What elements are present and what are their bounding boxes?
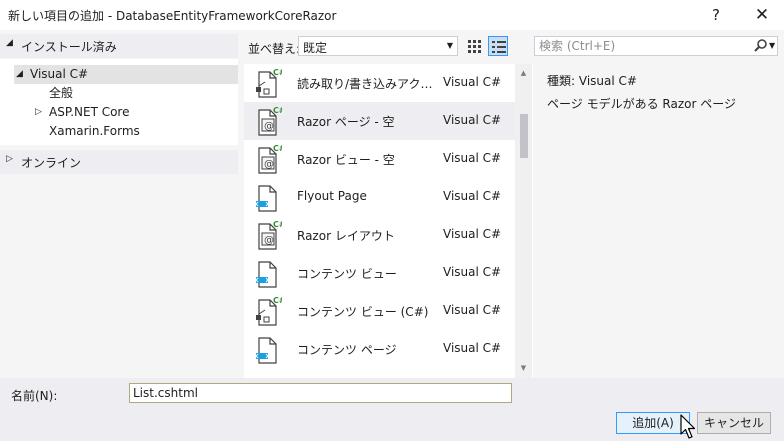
sort-value: 既定 [303,41,328,55]
template-language: Visual C# [443,75,502,89]
template-item[interactable]: Flyout Page Visual C# [244,178,515,216]
scroll-up-icon[interactable]: ▲ [515,66,532,81]
search-input[interactable] [535,37,745,55]
scrollbar-thumb[interactable] [520,114,528,158]
chevron-down-icon[interactable]: ▼ [769,41,775,50]
tree-item-general[interactable]: 全般 [49,84,73,103]
title-bar: 新しい項目の追加 - DatabaseEntityFrameworkCoreRa… [0,0,784,30]
grid-view-button[interactable] [464,36,484,56]
template-list-scrollbar[interactable]: ▲ ▼ [515,64,532,378]
search-box: ▼ [534,36,778,56]
template-name: コンテンツ ページ [297,343,397,357]
template-name: Razor ページ - 空 [297,115,395,129]
template-name: Razor レイアウト [297,229,395,243]
list-view-button[interactable] [488,36,508,56]
close-button[interactable]: ✕ [747,4,777,26]
csharp-flow-icon: C# [256,295,286,327]
template-name: コンテンツ ビュー (C#) [297,305,429,319]
collapsed-arrow-icon: ▷ [35,107,42,117]
template-language: Visual C# [443,151,502,165]
svg-text:C#: C# [273,220,282,229]
name-label: 名前(N): [11,389,58,403]
detail-type-value: Visual C# [578,74,637,88]
tree-item-label: 全般 [49,86,74,100]
template-name: Flyout Page [297,189,367,203]
template-language: Visual C# [443,265,502,279]
template-language: Visual C# [443,189,502,203]
mouse-cursor-icon [680,414,696,439]
tree-item-aspnet-core[interactable]: ▷ ASP.NET Core [35,103,215,122]
detail-description: ページ モデルがある Razor ページ [547,97,736,111]
scroll-down-icon[interactable]: ▼ [515,361,532,376]
tree-header-online[interactable]: ▷ オンライン [0,150,238,174]
expanded-arrow-icon: ◢ [16,69,23,79]
template-list: C#読み取り/書き込みアクション...Visual C#C#@Razor ページ… [244,64,533,378]
template-item[interactable]: C# コンテンツ ビュー (C#) Visual C# [244,292,515,330]
chevron-down-icon: ▼ [446,41,453,50]
window-title: 新しい項目の追加 - DatabaseEntityFrameworkCoreRa… [8,9,337,23]
template-language: Visual C# [443,303,502,317]
template-item[interactable]: C# @ Razor ページ - 空 Visual C# [244,102,515,140]
list-icon [492,41,506,53]
template-item[interactable]: C# 読み取り/書き込みアクション...Visual C# [244,64,515,102]
csharp-flow-icon: C# [256,67,286,99]
tree-header-installed[interactable]: ◢ インストール済み [0,34,238,58]
svg-text:C#: C# [273,68,282,77]
collapsed-arrow-icon: ▷ [6,154,13,164]
svg-text:@: @ [264,159,274,170]
expanded-arrow-icon: ◢ [6,38,13,48]
tree-item-label: Visual C# [30,67,89,81]
xaml-page-icon [255,333,282,365]
dialog-content: ◢ インストール済み ◢ Visual C# 全般 ▷ ASP.NET Core… [0,30,784,378]
template-language: Visual C# [443,227,502,241]
category-tree: ◢ Visual C# 全般 ▷ ASP.NET Core Xamarin.Fo… [0,59,238,145]
template-name: コンテンツ ビュー [297,267,397,281]
tree-item-visual-csharp[interactable]: ◢ Visual C# [14,65,238,84]
cancel-button[interactable]: キャンセル [697,412,771,434]
help-button[interactable]: ? [701,4,731,26]
razor-view-icon: C# @ [256,143,286,175]
template-name: Razor ビュー - 空 [297,153,395,167]
template-item[interactable]: C# @ Razor レイアウト Visual C# [244,216,515,254]
detail-type: 種類: Visual C# [547,72,637,89]
template-language: Visual C# [443,341,502,355]
template-name: 読み取り/書き込みアクション... [297,77,443,91]
tree-header-label: インストール済み [21,40,117,54]
svg-text:@: @ [264,121,274,132]
name-input[interactable] [129,383,512,403]
razor-page-icon: C# @ [256,105,286,137]
grid-icon [468,40,481,53]
svg-text:C#: C# [273,144,282,153]
tree-item-label: ASP.NET Core [49,105,130,119]
razor-layout-icon: C# @ [256,219,286,251]
xaml-page-icon [255,181,282,213]
search-icon[interactable] [753,38,769,54]
details-panel: 種類: Visual C# ページ モデルがある Razor ページ [536,64,784,378]
template-item[interactable]: コンテンツ ページ Visual C# [244,330,515,368]
tree-item-xamarin-forms[interactable]: Xamarin.Forms [49,122,140,141]
xaml-view-icon [255,257,282,289]
sort-dropdown[interactable]: 既定 ▼ [298,36,458,56]
dialog-footer: 名前(N): 追加(A) キャンセル [0,378,784,441]
sort-label: 並べ替え: [248,42,301,56]
template-item[interactable]: C# @ Razor ビュー - 空 Visual C# [244,140,515,178]
tree-header-label: オンライン [21,156,82,170]
svg-text:C#: C# [273,106,282,115]
svg-text:C#: C# [273,296,282,305]
template-item[interactable]: コンテンツ ビュー Visual C# [244,254,515,292]
svg-text:@: @ [264,235,274,246]
detail-type-label: 種類: [547,74,576,88]
tree-item-label: Xamarin.Forms [49,124,140,138]
template-language: Visual C# [443,113,502,127]
